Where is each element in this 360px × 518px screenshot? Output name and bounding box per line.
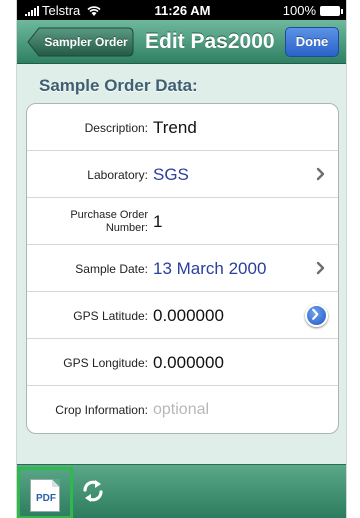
description-value[interactable]: Trend	[153, 104, 197, 151]
gps-longitude-value[interactable]: 0.000000	[153, 339, 224, 386]
refresh-icon[interactable]	[79, 477, 107, 505]
crop-information-label: Crop Information:	[55, 402, 148, 417]
purchase-order-label: Purchase Order Number:	[70, 208, 148, 234]
pdf-button[interactable]: PDF	[17, 467, 73, 518]
bottom-toolbar: PDF	[17, 464, 346, 518]
battery-icon	[320, 5, 343, 16]
row-description[interactable]: Description: Trend	[27, 104, 338, 151]
back-button[interactable]: Sampler Order	[27, 27, 134, 57]
sample-order-table: Description: Trend Laboratory: SGS Purch…	[26, 103, 339, 434]
row-gps-latitude[interactable]: GPS Latitude: 0.000000	[27, 292, 338, 339]
laboratory-label: Laboratory:	[87, 167, 148, 182]
pdf-icon: PDF	[30, 479, 60, 512]
pdf-icon-label: PDF	[36, 493, 56, 504]
gps-latitude-value[interactable]: 0.000000	[153, 292, 224, 339]
done-button[interactable]: Done	[285, 27, 339, 57]
description-label: Description:	[84, 120, 148, 135]
sample-date-label: Sample Date:	[75, 261, 148, 276]
section-title: Sample Order Data:	[39, 76, 198, 95]
row-sample-date[interactable]: Sample Date: 13 March 2000	[27, 245, 338, 292]
row-laboratory[interactable]: Laboratory: SGS	[27, 151, 338, 198]
page-title: Edit Pas2000	[145, 30, 275, 53]
detail-disclosure-icon[interactable]	[305, 304, 328, 327]
chevron-right-icon	[316, 167, 325, 181]
row-gps-longitude[interactable]: GPS Longitude: 0.000000	[27, 339, 338, 386]
back-button-label: Sampler Order	[44, 35, 128, 49]
row-purchase-order[interactable]: Purchase Order Number: 1	[27, 198, 338, 245]
sample-date-value: 13 March 2000	[153, 259, 267, 278]
laboratory-value: SGS	[153, 165, 189, 184]
gps-longitude-label: GPS Longitude:	[63, 355, 148, 370]
chevron-right-icon	[316, 261, 325, 275]
battery-percent: 100%	[282, 3, 316, 18]
purchase-order-value[interactable]: 1	[153, 198, 162, 245]
gps-latitude-label: GPS Latitude:	[73, 308, 148, 323]
crop-information-input[interactable]: optional	[153, 386, 209, 433]
row-crop-information[interactable]: Crop Information: optional	[27, 386, 338, 433]
status-right: 100%	[282, 3, 343, 18]
phone-screen: Telstra 11:26 AM 100% Sampler Order Edit…	[16, 0, 347, 518]
status-bar: Telstra 11:26 AM 100%	[17, 0, 346, 20]
